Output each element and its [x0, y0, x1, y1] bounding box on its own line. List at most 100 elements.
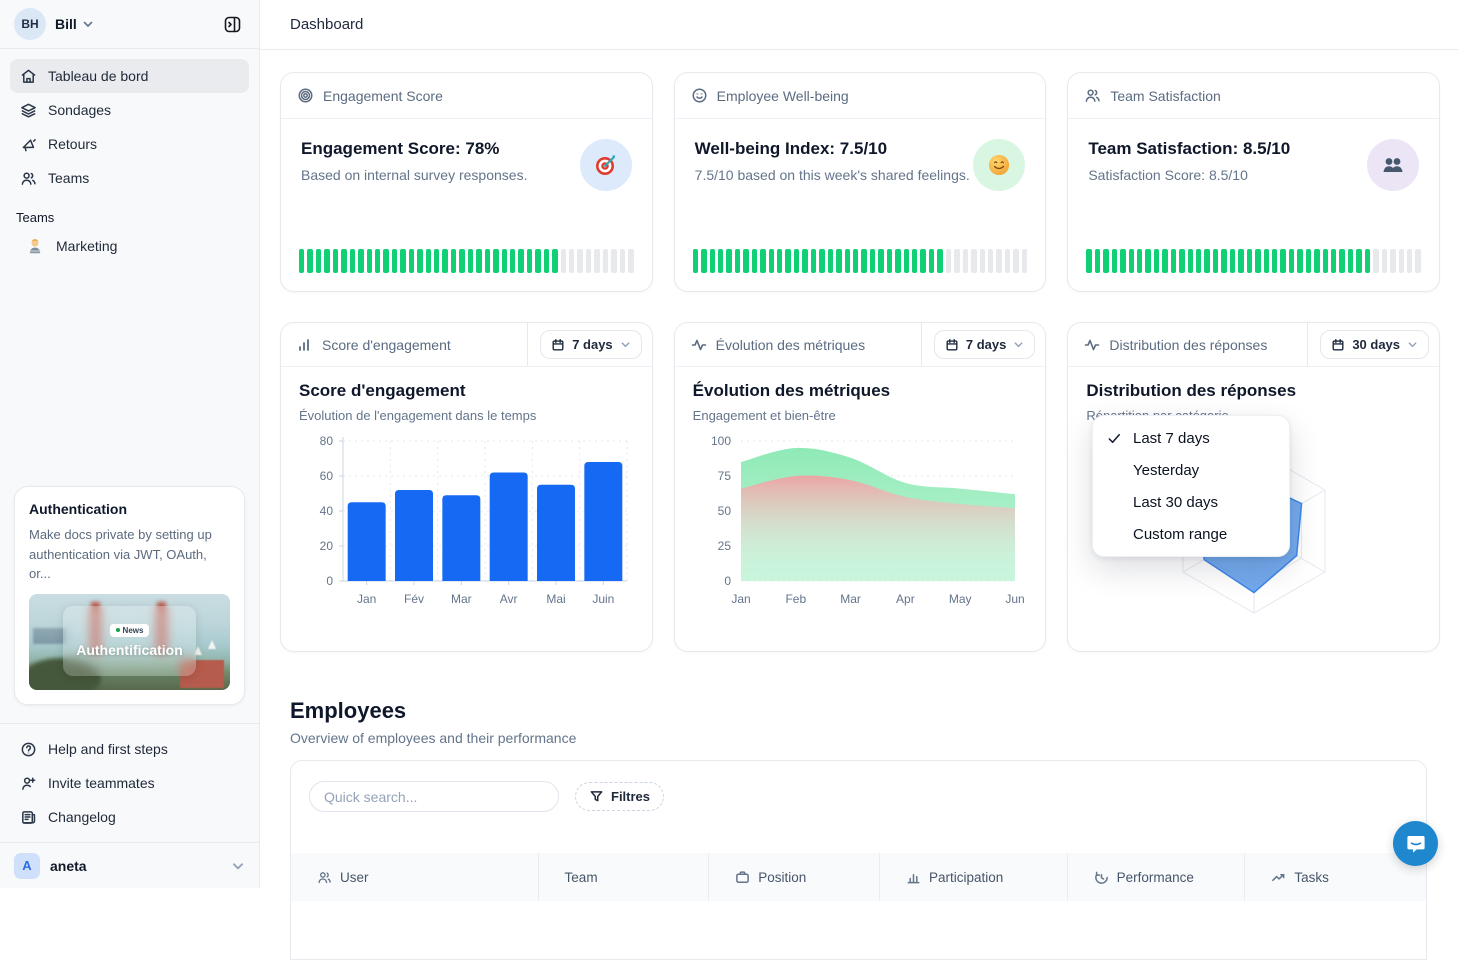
- megaphone-icon: [20, 136, 37, 153]
- stat-card-wellbeing: Employee Well-being Well-being Index: 7.…: [674, 72, 1047, 292]
- help-circle-icon: [20, 741, 37, 758]
- chart-card-engagement-score: Score d'engagement 7 days Score d'e: [280, 322, 653, 652]
- chat-launcher-button[interactable]: [1393, 821, 1438, 866]
- menu-item-custom-range[interactable]: Custom range: [1093, 518, 1289, 550]
- svg-text:0: 0: [724, 574, 731, 588]
- sidebar-item-label: Teams: [48, 170, 89, 186]
- sidebar-item-sondages[interactable]: Sondages: [10, 93, 249, 127]
- collapse-sidebar-button[interactable]: [217, 9, 247, 39]
- sidebar-item-label: Invite teammates: [48, 775, 155, 791]
- column-header-tasks: Tasks: [1245, 853, 1426, 901]
- calendar-icon: [945, 338, 959, 352]
- workspace-avatar: BH: [14, 8, 46, 40]
- check-icon: [1107, 431, 1133, 446]
- table-header-row: User Team Position Participation: [291, 853, 1426, 901]
- smiley-outline-icon: [691, 87, 708, 104]
- search-input[interactable]: [309, 781, 559, 812]
- column-header-team: Team: [539, 853, 710, 901]
- period-selector-button[interactable]: 7 days: [934, 330, 1035, 359]
- stat-card-header: Employee Well-being: [717, 88, 849, 104]
- authentication-promo-card[interactable]: Authentication Make docs private by sett…: [14, 486, 245, 705]
- period-selector-button[interactable]: 7 days: [540, 330, 641, 359]
- stat-title: Team Satisfaction: 8.5/10: [1088, 139, 1290, 159]
- column-header-participation: Participation: [880, 853, 1068, 901]
- two-people-emoji: [1367, 139, 1419, 191]
- svg-text:20: 20: [320, 539, 334, 553]
- activity-icon: [691, 337, 707, 353]
- svg-text:Fév: Fév: [404, 592, 424, 606]
- period-dropdown-menu: Last 7 days Yesterday Last 30 days Custo…: [1092, 415, 1290, 557]
- funnel-icon: [589, 789, 604, 804]
- stat-title: Well-being Index: 7.5/10: [695, 139, 970, 159]
- column-header-position: Position: [709, 853, 880, 901]
- promo-description: Make docs private by setting up authenti…: [29, 525, 230, 584]
- changelog-icon: [20, 809, 37, 826]
- svg-text:Avr: Avr: [500, 592, 518, 606]
- sidebar-item-tableau-de-bord[interactable]: Tableau de bord: [10, 59, 249, 93]
- employees-section-subtitle: Overview of employees and their performa…: [290, 730, 576, 746]
- svg-text:Jan: Jan: [357, 592, 376, 606]
- sidebar-item-marketing[interactable]: Marketing: [0, 229, 259, 263]
- workspace-name[interactable]: Bill: [55, 16, 77, 32]
- period-selector-button[interactable]: 30 days: [1320, 330, 1429, 359]
- svg-text:50: 50: [717, 504, 731, 518]
- stat-card-header: Engagement Score: [323, 88, 443, 104]
- chart-subtitle: Évolution de l'engagement dans le temps: [299, 408, 634, 423]
- briefcase-icon: [735, 870, 750, 885]
- chart-title: Score d'engagement: [299, 381, 634, 401]
- sidebar-item-teams[interactable]: Teams: [10, 161, 249, 195]
- sidebar-item-invite[interactable]: Invite teammates: [10, 766, 249, 800]
- target-rings-icon: [297, 87, 314, 104]
- sidebar-item-retours[interactable]: Retours: [10, 127, 249, 161]
- sidebar-item-help[interactable]: Help and first steps: [10, 732, 249, 766]
- promo-image-overlay: News Authentification: [63, 606, 196, 676]
- stat-subtitle: Satisfaction Score: 8.5/10: [1088, 167, 1290, 183]
- chart-title: Distribution des réponses: [1086, 381, 1421, 401]
- sidebar-item-label: Help and first steps: [48, 741, 168, 757]
- svg-text:Mar: Mar: [451, 592, 472, 606]
- engagement-progress-bar: [281, 249, 652, 291]
- stat-card-engagement: Engagement Score Engagement Score: 78% B…: [280, 72, 653, 292]
- engagement-bar-chart: 020406080JanFévMarAvrMaiJuin: [299, 429, 634, 621]
- trending-up-icon: [1271, 870, 1286, 885]
- main-content: Engagement Score Engagement Score: 78% B…: [260, 50, 1458, 888]
- chart-subtitle: Engagement et bien-être: [693, 408, 1028, 423]
- svg-text:May: May: [949, 592, 972, 606]
- employees-table-card: Filtres User Team Position: [290, 760, 1427, 960]
- column-header-performance: Performance: [1068, 853, 1246, 901]
- sidebar: BH Bill Tableau de bord Sondages: [0, 0, 260, 888]
- calendar-icon: [1331, 338, 1345, 352]
- svg-text:25: 25: [717, 539, 731, 553]
- users-icon: [317, 870, 332, 885]
- chart-title: Évolution des métriques: [693, 381, 1028, 401]
- calendar-icon: [551, 338, 565, 352]
- column-header-user: User: [291, 853, 539, 901]
- account-switcher[interactable]: A aneta: [0, 842, 259, 888]
- menu-item-last-7-days[interactable]: Last 7 days: [1093, 422, 1289, 454]
- layers-icon: [20, 102, 37, 119]
- filters-button[interactable]: Filtres: [575, 782, 664, 811]
- menu-item-last-30-days[interactable]: Last 30 days: [1093, 486, 1289, 518]
- svg-text:75: 75: [717, 469, 731, 483]
- chevron-down-icon[interactable]: [82, 18, 94, 30]
- sidebar-item-label: Changelog: [48, 809, 116, 825]
- menu-item-yesterday[interactable]: Yesterday: [1093, 454, 1289, 486]
- news-dot-icon: [116, 628, 120, 632]
- stat-title: Engagement Score: 78%: [301, 139, 527, 159]
- chevron-down-icon: [231, 859, 245, 873]
- activity-icon: [1084, 337, 1100, 353]
- chart-card-header: Évolution des métriques: [716, 337, 865, 353]
- promo-image-title: Authentification: [76, 642, 183, 658]
- stat-subtitle: Based on internal survey responses.: [301, 167, 527, 183]
- chat-bubble-icon: [1405, 833, 1427, 855]
- bar-chart-icon: [297, 337, 313, 353]
- target-emoji: [580, 139, 632, 191]
- chart-card-header: Distribution des réponses: [1109, 337, 1267, 353]
- svg-text:Mar: Mar: [840, 592, 861, 606]
- home-icon: [20, 68, 37, 85]
- topbar: Dashboard: [260, 0, 1458, 50]
- svg-text:40: 40: [320, 504, 334, 518]
- svg-text:0: 0: [326, 574, 333, 588]
- sidebar-item-changelog[interactable]: Changelog: [10, 800, 249, 834]
- svg-text:Jan: Jan: [731, 592, 750, 606]
